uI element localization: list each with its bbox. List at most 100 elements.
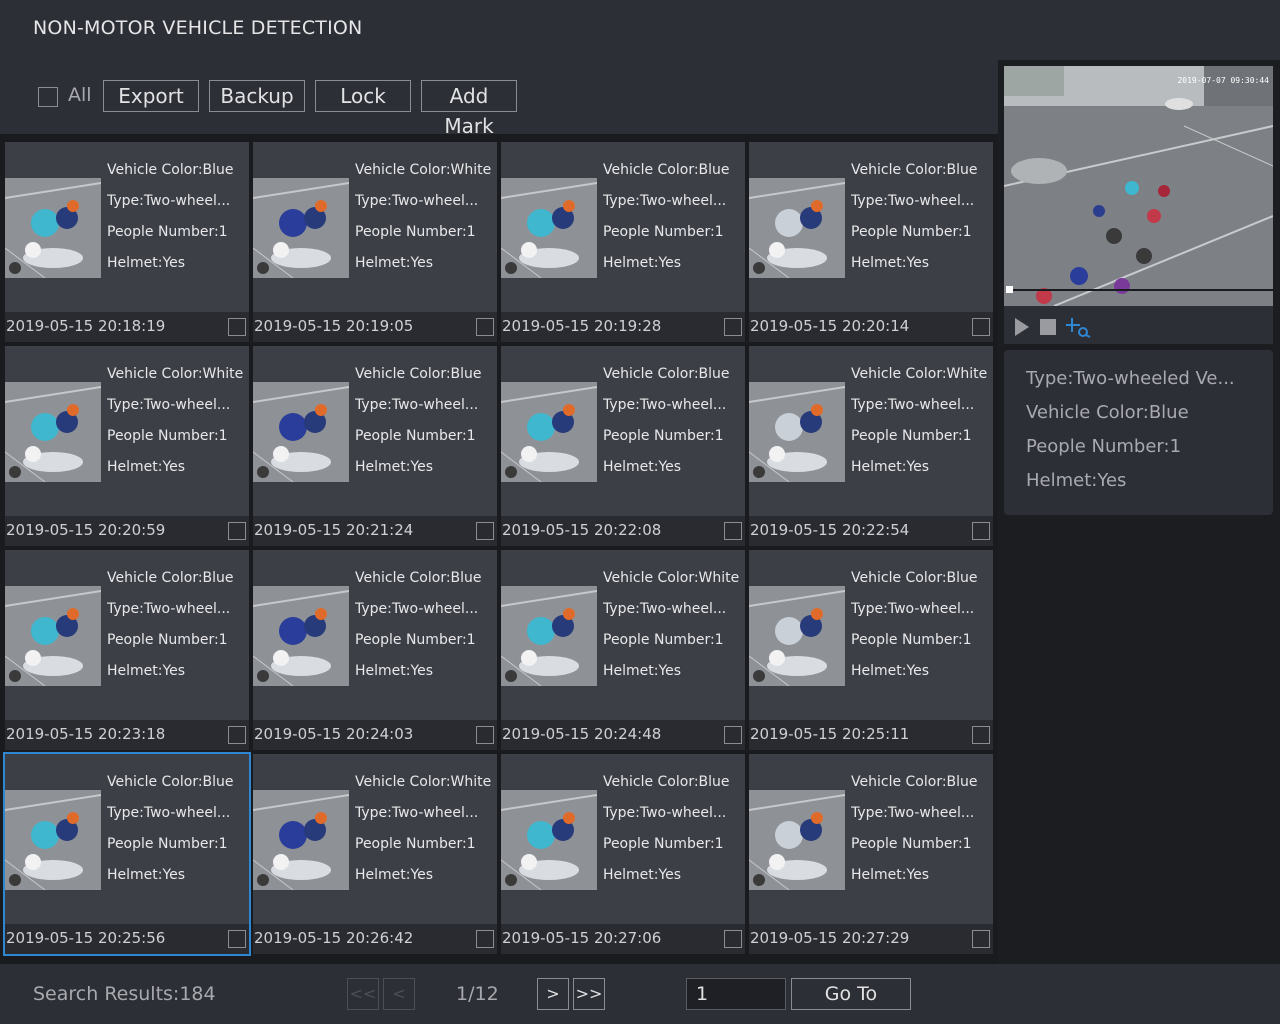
vehicle-thumbnail[interactable] <box>501 178 597 278</box>
card-checkbox[interactable] <box>476 930 494 948</box>
first-page-button[interactable]: << <box>347 978 379 1010</box>
people-number: People Number:1 <box>355 632 476 648</box>
vehicle-color: Vehicle Color:Blue <box>851 570 978 586</box>
stop-icon[interactable] <box>1040 319 1056 339</box>
people-number: People Number:1 <box>107 224 228 240</box>
card-checkbox[interactable] <box>724 522 742 540</box>
card-checkbox[interactable] <box>972 930 990 948</box>
vehicle-thumbnail[interactable] <box>253 382 349 482</box>
result-card[interactable]: Vehicle Color:Blue Type:Two-wheel... Peo… <box>501 142 745 342</box>
result-card[interactable]: Vehicle Color:White Type:Two-wheel... Pe… <box>5 346 249 546</box>
vehicle-thumbnail[interactable] <box>501 586 597 686</box>
card-checkbox[interactable] <box>228 930 246 948</box>
result-card[interactable]: Vehicle Color:Blue Type:Two-wheel... Peo… <box>253 550 497 750</box>
card-checkbox[interactable] <box>476 522 494 540</box>
card-checkbox[interactable] <box>724 726 742 744</box>
next-page-button[interactable]: > <box>537 978 569 1010</box>
result-card[interactable]: Vehicle Color:Blue Type:Two-wheel... Peo… <box>253 346 497 546</box>
vehicle-color: Vehicle Color:Blue <box>851 162 978 178</box>
card-footer: 2019-05-15 20:22:54 <box>749 516 993 546</box>
vehicle-thumbnail[interactable] <box>749 382 845 482</box>
capture-time: 2019-05-15 20:24:03 <box>254 725 414 743</box>
card-footer: 2019-05-15 20:24:03 <box>253 720 497 750</box>
vehicle-type: Type:Two-wheel... <box>107 805 231 821</box>
video-timestamp: 2019-07-07 09:30:44 <box>1177 76 1269 85</box>
vehicle-thumbnail[interactable] <box>253 790 349 890</box>
helmet-status: Helmet:Yes <box>355 867 434 883</box>
card-checkbox[interactable] <box>228 522 246 540</box>
result-card[interactable]: Vehicle Color:White Type:Two-wheel... Pe… <box>749 346 993 546</box>
card-checkbox[interactable] <box>228 318 246 336</box>
helmet-status: Helmet:Yes <box>355 255 434 271</box>
result-card[interactable]: Vehicle Color:Blue Type:Two-wheel... Peo… <box>501 346 745 546</box>
vehicle-thumbnail[interactable] <box>5 790 101 890</box>
vehicle-thumbnail[interactable] <box>253 178 349 278</box>
vehicle-type: Type:Two-wheel... <box>851 397 975 413</box>
card-checkbox[interactable] <box>476 726 494 744</box>
card-checkbox[interactable] <box>228 726 246 744</box>
capture-time: 2019-05-15 20:22:08 <box>502 521 662 539</box>
vehicle-thumbnail[interactable] <box>749 790 845 890</box>
card-footer: 2019-05-15 20:24:48 <box>501 720 745 750</box>
helmet-status: Helmet:Yes <box>603 255 682 271</box>
select-all-checkbox[interactable] <box>38 87 58 107</box>
card-checkbox[interactable] <box>724 930 742 948</box>
helmet-status: Helmet:Yes <box>355 459 434 475</box>
prev-page-button[interactable]: < <box>383 978 415 1010</box>
vehicle-type: Type:Two-wheel... <box>603 601 727 617</box>
play-icon[interactable] <box>1014 318 1030 340</box>
vehicle-thumbnail[interactable] <box>501 790 597 890</box>
vehicle-thumbnail[interactable] <box>5 178 101 278</box>
preview-video[interactable]: 2019-07-07 09:30:44 <box>1004 66 1273 306</box>
vehicle-thumbnail[interactable] <box>749 178 845 278</box>
vehicle-type: Type:Two-wheel... <box>107 193 231 209</box>
vehicle-thumbnail[interactable] <box>501 382 597 482</box>
vehicle-color: Vehicle Color:Blue <box>603 774 730 790</box>
vehicle-info: Vehicle Color:White Type:Two-wheel... Pe… <box>603 568 741 692</box>
vehicle-info: Vehicle Color:Blue Type:Two-wheel... Peo… <box>603 160 741 284</box>
go-to-button[interactable]: Go To <box>791 978 911 1010</box>
page-title: NON-MOTOR VEHICLE DETECTION <box>33 17 363 39</box>
people-number: People Number:1 <box>107 632 228 648</box>
vehicle-thumbnail[interactable] <box>253 586 349 686</box>
card-checkbox[interactable] <box>972 522 990 540</box>
result-card[interactable]: Vehicle Color:Blue Type:Two-wheel... Peo… <box>5 142 249 342</box>
export-button[interactable]: Export <box>103 80 199 112</box>
result-card[interactable]: Vehicle Color:White Type:Two-wheel... Pe… <box>501 550 745 750</box>
vehicle-color: Vehicle Color:Blue <box>107 774 234 790</box>
backup-button[interactable]: Backup <box>209 80 305 112</box>
detail-vehicle-color: Vehicle Color:Blue <box>1026 402 1189 423</box>
result-card[interactable]: Vehicle Color:White Type:Two-wheel... Pe… <box>253 754 497 954</box>
result-card[interactable]: Vehicle Color:Blue Type:Two-wheel... Peo… <box>749 754 993 954</box>
result-card[interactable]: Vehicle Color:Blue Type:Two-wheel... Peo… <box>501 754 745 954</box>
helmet-status: Helmet:Yes <box>851 255 930 271</box>
results-panel: All Export Backup Lock Add Mark Vehicle … <box>0 60 998 964</box>
page-number-input[interactable]: 1 <box>686 978 786 1010</box>
add-mark-button[interactable]: Add Mark <box>421 80 517 138</box>
result-card[interactable]: Vehicle Color:Blue Type:Two-wheel... Peo… <box>749 142 993 342</box>
capture-time: 2019-05-15 20:20:59 <box>6 521 166 539</box>
vehicle-info: Vehicle Color:Blue Type:Two-wheel... Peo… <box>851 568 989 692</box>
result-card[interactable]: Vehicle Color:Blue Type:Two-wheel... Peo… <box>3 752 251 956</box>
helmet-status: Helmet:Yes <box>107 867 186 883</box>
vehicle-thumbnail[interactable] <box>5 586 101 686</box>
vehicle-thumbnail[interactable] <box>749 586 845 686</box>
lock-button[interactable]: Lock <box>315 80 411 112</box>
capture-time: 2019-05-15 20:19:28 <box>502 317 662 335</box>
vehicle-color: Vehicle Color:White <box>851 366 988 382</box>
result-card[interactable]: Vehicle Color:Blue Type:Two-wheel... Peo… <box>749 550 993 750</box>
card-checkbox[interactable] <box>972 726 990 744</box>
result-card[interactable]: Vehicle Color:White Type:Two-wheel... Pe… <box>253 142 497 342</box>
crop-icon[interactable] <box>1066 316 1092 342</box>
last-page-button[interactable]: >> <box>573 978 605 1010</box>
card-footer: 2019-05-15 20:23:18 <box>5 720 249 750</box>
result-card[interactable]: Vehicle Color:Blue Type:Two-wheel... Peo… <box>5 550 249 750</box>
people-number: People Number:1 <box>851 632 972 648</box>
vehicle-thumbnail[interactable] <box>5 382 101 482</box>
preview-panel: 2019-07-07 09:30:44 Type:Two-wheeled Ve.… <box>998 60 1280 964</box>
card-checkbox[interactable] <box>476 318 494 336</box>
card-checkbox[interactable] <box>724 318 742 336</box>
card-footer: 2019-05-15 20:20:59 <box>5 516 249 546</box>
card-checkbox[interactable] <box>972 318 990 336</box>
vehicle-type: Type:Two-wheel... <box>355 397 479 413</box>
